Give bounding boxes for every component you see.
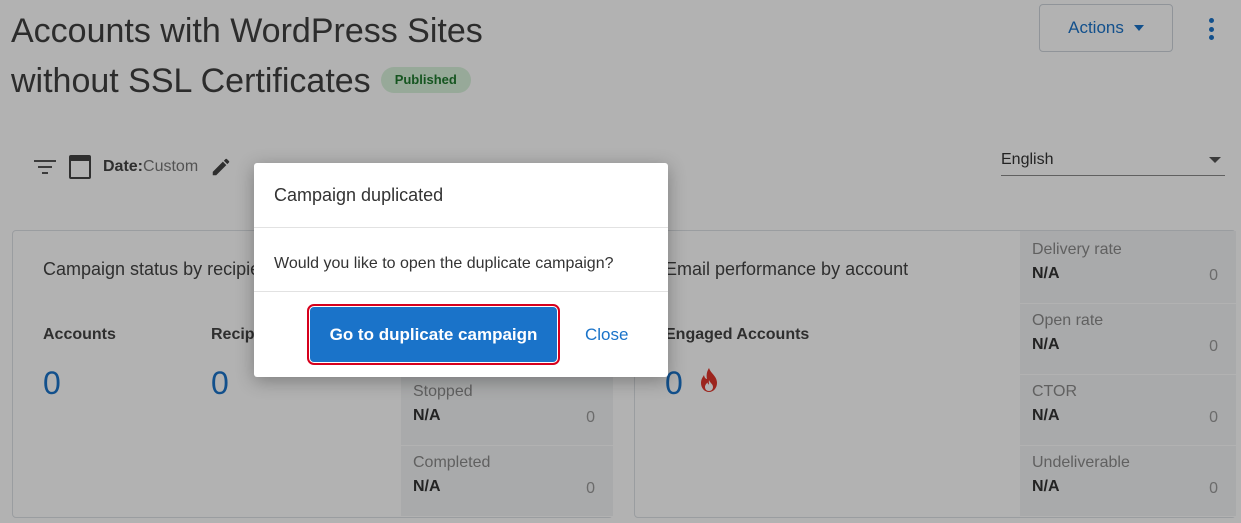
go-to-duplicate-campaign-button[interactable]: Go to duplicate campaign xyxy=(307,304,560,365)
dialog-message: Would you like to open the duplicate cam… xyxy=(274,255,614,272)
dialog-title: Campaign duplicated xyxy=(274,185,444,205)
dialog-divider xyxy=(254,291,668,292)
duplicate-campaign-dialog: Campaign duplicated Would you like to op… xyxy=(254,163,668,377)
close-button[interactable]: Close xyxy=(585,325,628,345)
dialog-divider xyxy=(254,227,668,228)
